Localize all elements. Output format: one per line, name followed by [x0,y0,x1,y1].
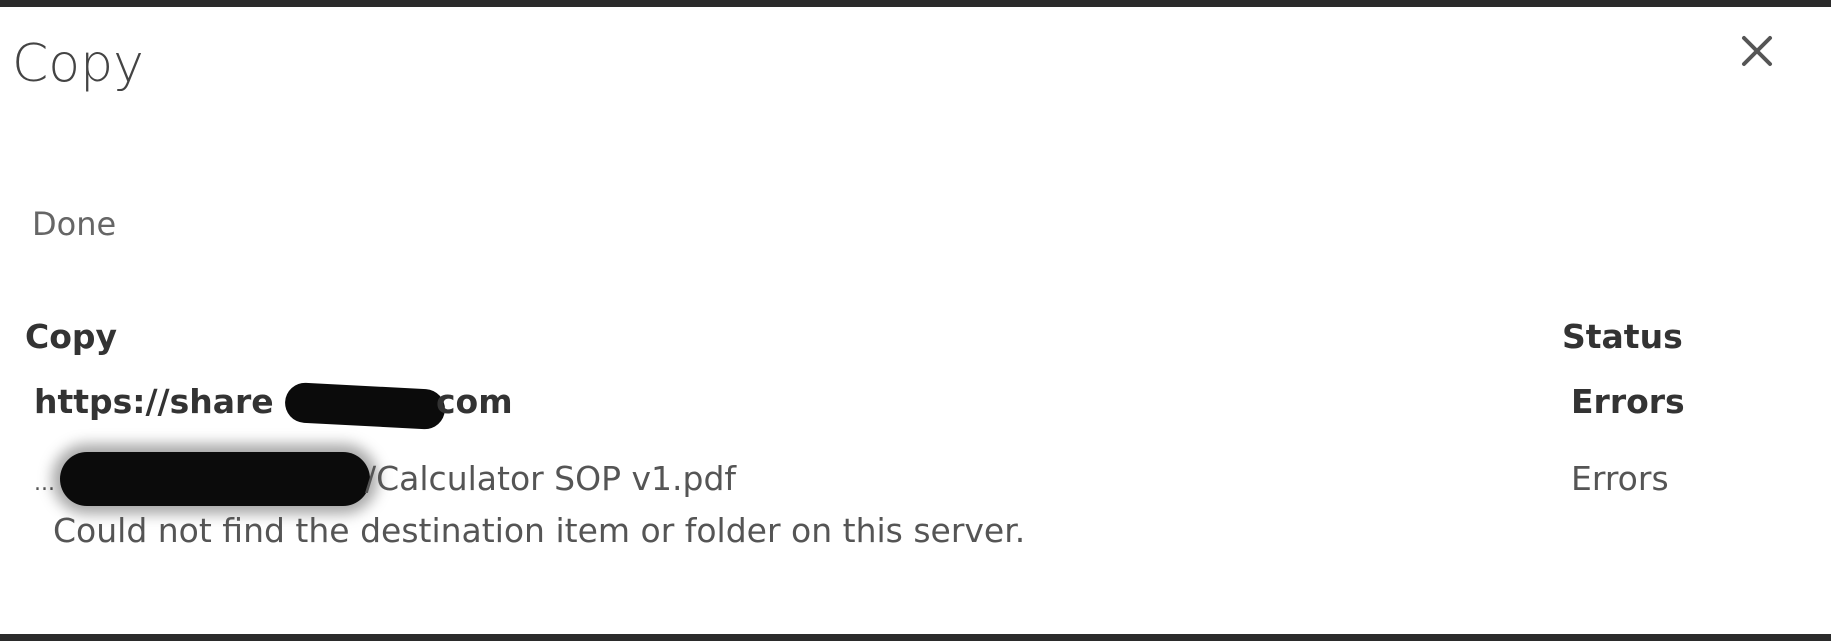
site-url-suffix: com [436,382,513,421]
dialog-title: Copy [12,34,144,94]
redaction-mark [284,381,446,431]
file-name: /Calculator SOP v1.pdf [365,459,737,498]
site-status: Errors [1571,382,1685,421]
file-status: Errors [1571,459,1669,498]
status-message: Done [32,205,117,243]
file-path-prefix: ... [34,471,55,496]
redaction-mark [60,452,370,506]
column-header-status: Status [1562,317,1683,356]
site-url-prefix: https://share [34,382,274,421]
close-button[interactable] [1727,21,1787,81]
column-header-copy: Copy [25,317,118,356]
error-message: Could not find the destination item or f… [53,511,1026,550]
copy-dialog: Copy Done Copy Status https://share com … [0,7,1831,634]
close-icon [1742,36,1772,66]
